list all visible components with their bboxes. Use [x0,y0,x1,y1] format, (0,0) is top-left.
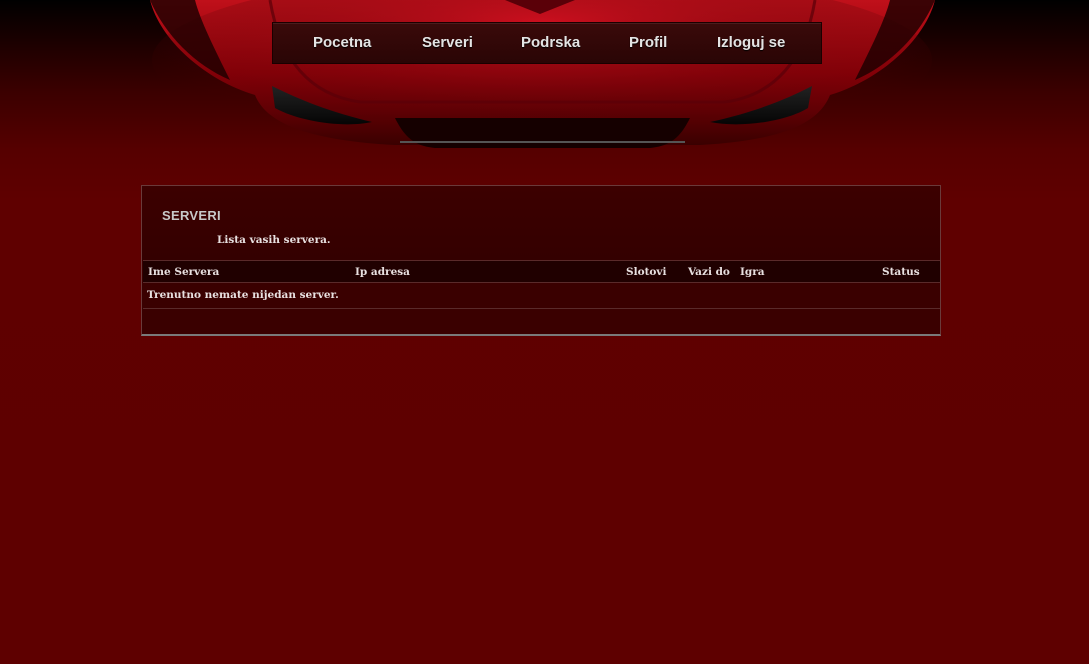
nav-item-podrska[interactable]: Podrska [521,34,580,51]
column-header-game: Igra [740,266,765,278]
servers-panel: SERVERI Lista vasih servera. Ime Servera… [141,185,941,336]
page-title: SERVERI [162,208,221,223]
panel-header: SERVERI Lista vasih servera. [142,186,940,260]
column-header-valid-until: Vazi do [688,266,730,278]
nav-item-pocetna[interactable]: Pocetna [313,34,371,51]
column-header-ip-address: Ip adresa [355,266,410,278]
page-subtitle: Lista vasih servera. [217,234,331,246]
main-navigation: Pocetna Serveri Podrska Profil Izloguj s… [272,22,822,64]
empty-table-message: Trenutno nemate nijedan server. [147,289,339,301]
column-header-status: Status [882,266,920,278]
column-header-server-name: Ime Servera [148,266,220,278]
table-row: Trenutno nemate nijedan server. [143,283,940,309]
column-header-slots: Slotovi [626,266,667,278]
nav-item-profil[interactable]: Profil [629,34,667,51]
table-header-row: Ime Servera Ip adresa Slotovi Vazi do Ig… [143,260,940,283]
nav-item-logout[interactable]: Izloguj se [717,34,785,51]
nav-item-serveri[interactable]: Serveri [422,34,473,51]
